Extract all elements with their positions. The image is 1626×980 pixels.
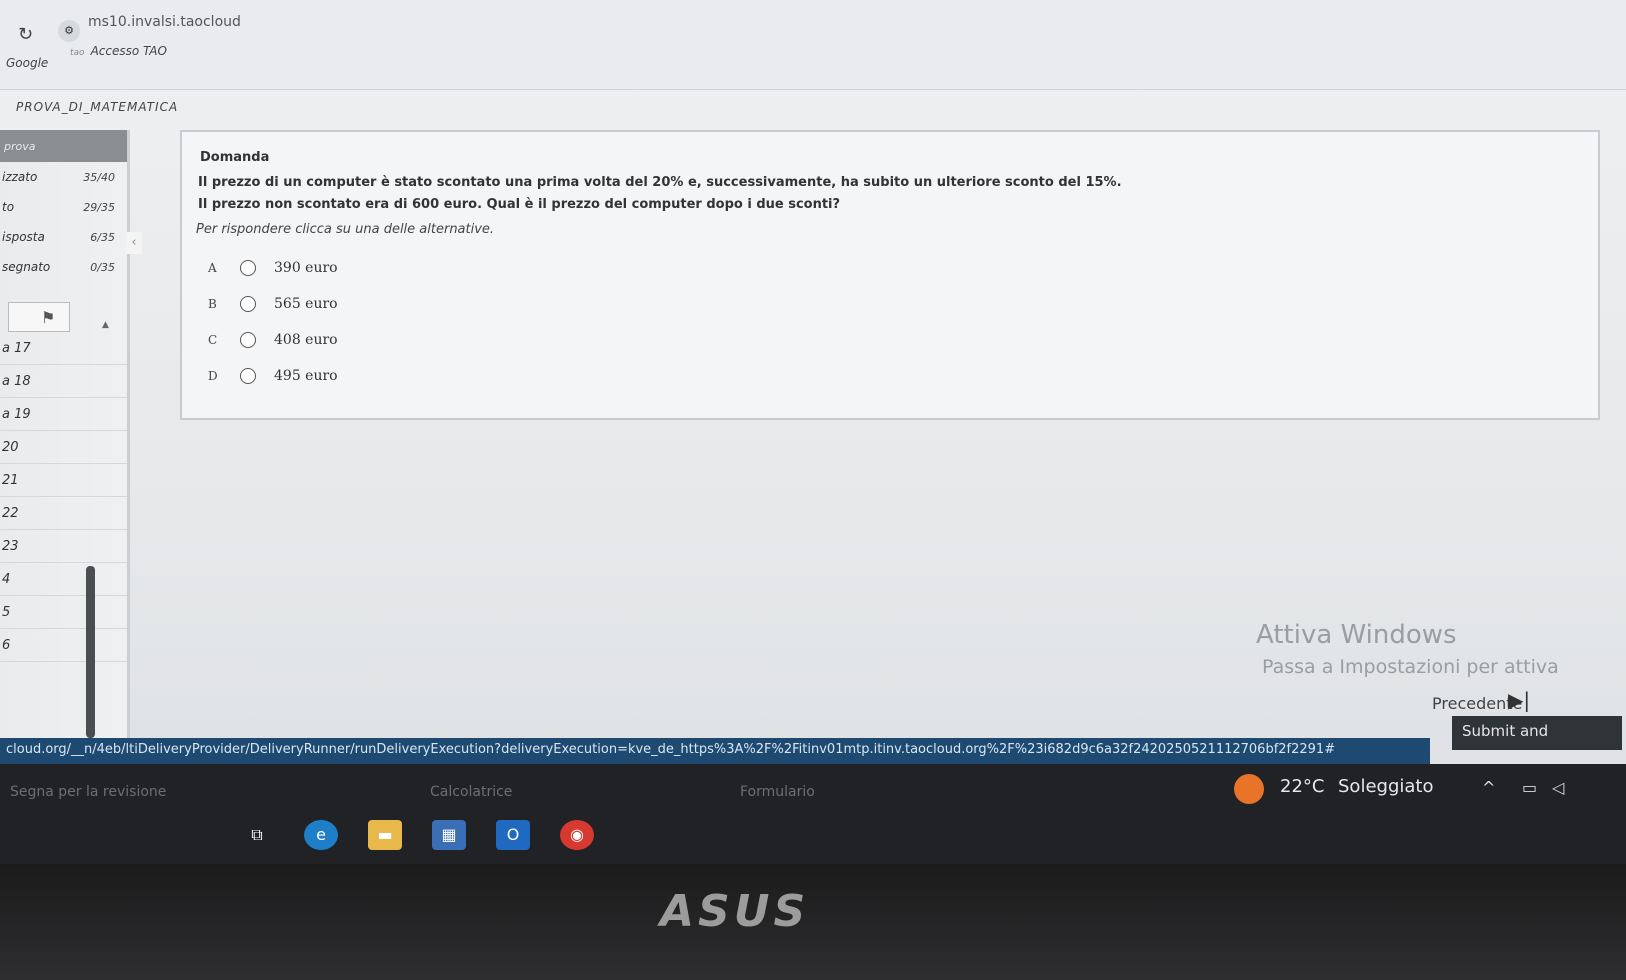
activation-watermark-subtitle: Passa a Impostazioni per attiva	[1262, 656, 1559, 678]
formulary-faded: Formulario	[740, 784, 815, 800]
question-item-23[interactable]: 23	[0, 530, 127, 563]
activation-watermark-title: Attiva Windows	[1256, 620, 1457, 650]
option-b[interactable]: B 565 euro	[208, 296, 338, 312]
screen: ↻ ⚙ ms10.invalsi.taocloud Google tao Acce…	[0, 0, 1626, 880]
question-item-19[interactable]: a 19	[0, 398, 127, 431]
tray-chevron-up-icon[interactable]: ^	[1482, 778, 1495, 797]
tao-icon: tao	[70, 48, 85, 58]
radio-option-c[interactable]	[240, 332, 256, 348]
question-instruction: Per rispondere clicca su una delle alter…	[196, 222, 495, 237]
chrome-icon[interactable]: ◉	[560, 820, 594, 850]
question-item-25[interactable]: 5	[0, 596, 127, 629]
radio-option-b[interactable]	[240, 296, 256, 312]
question-item-26[interactable]: 6	[0, 629, 127, 662]
test-title: PROVA_DI_MATEMATICA	[16, 100, 179, 114]
option-d[interactable]: D 495 euro	[208, 368, 338, 384]
review-toggle-faded: Segna per la revisione	[10, 784, 167, 800]
calculator-faded: Calcolatrice	[430, 784, 513, 800]
question-item-22[interactable]: 22	[0, 497, 127, 530]
stat-visualizzato: izzato 35/40	[2, 170, 115, 184]
flag-filter-button[interactable]: ⚑	[8, 302, 70, 332]
option-a[interactable]: A 390 euro	[208, 260, 338, 276]
question-text-line-2: Il prezzo non scontato era di 600 euro. …	[198, 197, 841, 212]
stat-risposto: to 29/35	[2, 200, 115, 214]
status-url-bar: cloud.org/__n/4eb/ltiDeliveryProvider/De…	[0, 738, 1430, 764]
submit-button[interactable]: Submit and	[1452, 716, 1622, 750]
stat-segnato: segnato 0/35	[2, 260, 115, 274]
collapse-sidebar-button[interactable]: ‹	[126, 232, 142, 254]
sidebar-header: prova	[0, 130, 127, 162]
store-icon[interactable]: ▦	[432, 820, 466, 850]
browser-toolbar: ↻ ⚙ ms10.invalsi.taocloud Google tao Acce…	[0, 0, 1626, 90]
weather-temperature[interactable]: 22°C	[1280, 776, 1324, 797]
option-c[interactable]: C 408 euro	[208, 332, 338, 348]
flag-icon: ⚑	[41, 308, 56, 327]
file-explorer-icon[interactable]: ▬	[368, 820, 402, 850]
sidebar-scrollbar[interactable]	[86, 566, 95, 738]
radio-option-a[interactable]	[240, 260, 256, 276]
site-info-icon[interactable]: ⚙	[58, 20, 80, 42]
question-item-18[interactable]: a 18	[0, 365, 127, 398]
question-text: Il prezzo di un computer è stato scontat…	[198, 172, 1578, 216]
outlook-icon[interactable]: O	[496, 820, 530, 850]
next-arrow-icon[interactable]: ▶|	[1508, 688, 1530, 712]
question-item-21[interactable]: 21	[0, 464, 127, 497]
bookmark-google[interactable]: Google	[6, 56, 48, 70]
bookmark-accesso-tao[interactable]: tao Accesso TAO	[70, 44, 167, 58]
question-item-17[interactable]: a 17	[0, 332, 127, 365]
question-panel: Domanda Il prezzo di un computer è stato…	[180, 130, 1600, 420]
scroll-up-arrow-icon[interactable]: ▲	[102, 320, 109, 330]
taskbar: Segna per la revisione Calcolatrice Form…	[0, 764, 1626, 864]
address-bar[interactable]: ms10.invalsi.taocloud	[88, 14, 241, 30]
question-item-20[interactable]: 20	[0, 431, 127, 464]
edge-icon[interactable]: e	[304, 820, 338, 850]
weather-description[interactable]: Soleggiato	[1338, 776, 1433, 797]
taskbar-apps: ⧉ e ▬ ▦ O ◉	[240, 820, 594, 850]
monitor-bezel: ASUS	[0, 864, 1626, 980]
task-view-icon[interactable]: ⧉	[240, 820, 274, 850]
stat-senza-risposta: isposta 6/35	[2, 230, 115, 244]
question-label: Domanda	[200, 150, 270, 165]
radio-option-d[interactable]	[240, 368, 256, 384]
volume-icon[interactable]: ◁	[1552, 778, 1564, 797]
question-text-line-1: Il prezzo di un computer è stato scontat…	[198, 175, 1122, 190]
reload-icon[interactable]: ↻	[18, 24, 33, 45]
question-item-24[interactable]: 4	[0, 563, 127, 596]
network-icon[interactable]: ▭	[1522, 778, 1537, 797]
weather-icon[interactable]	[1234, 774, 1264, 804]
brand-logo: ASUS	[660, 886, 810, 937]
